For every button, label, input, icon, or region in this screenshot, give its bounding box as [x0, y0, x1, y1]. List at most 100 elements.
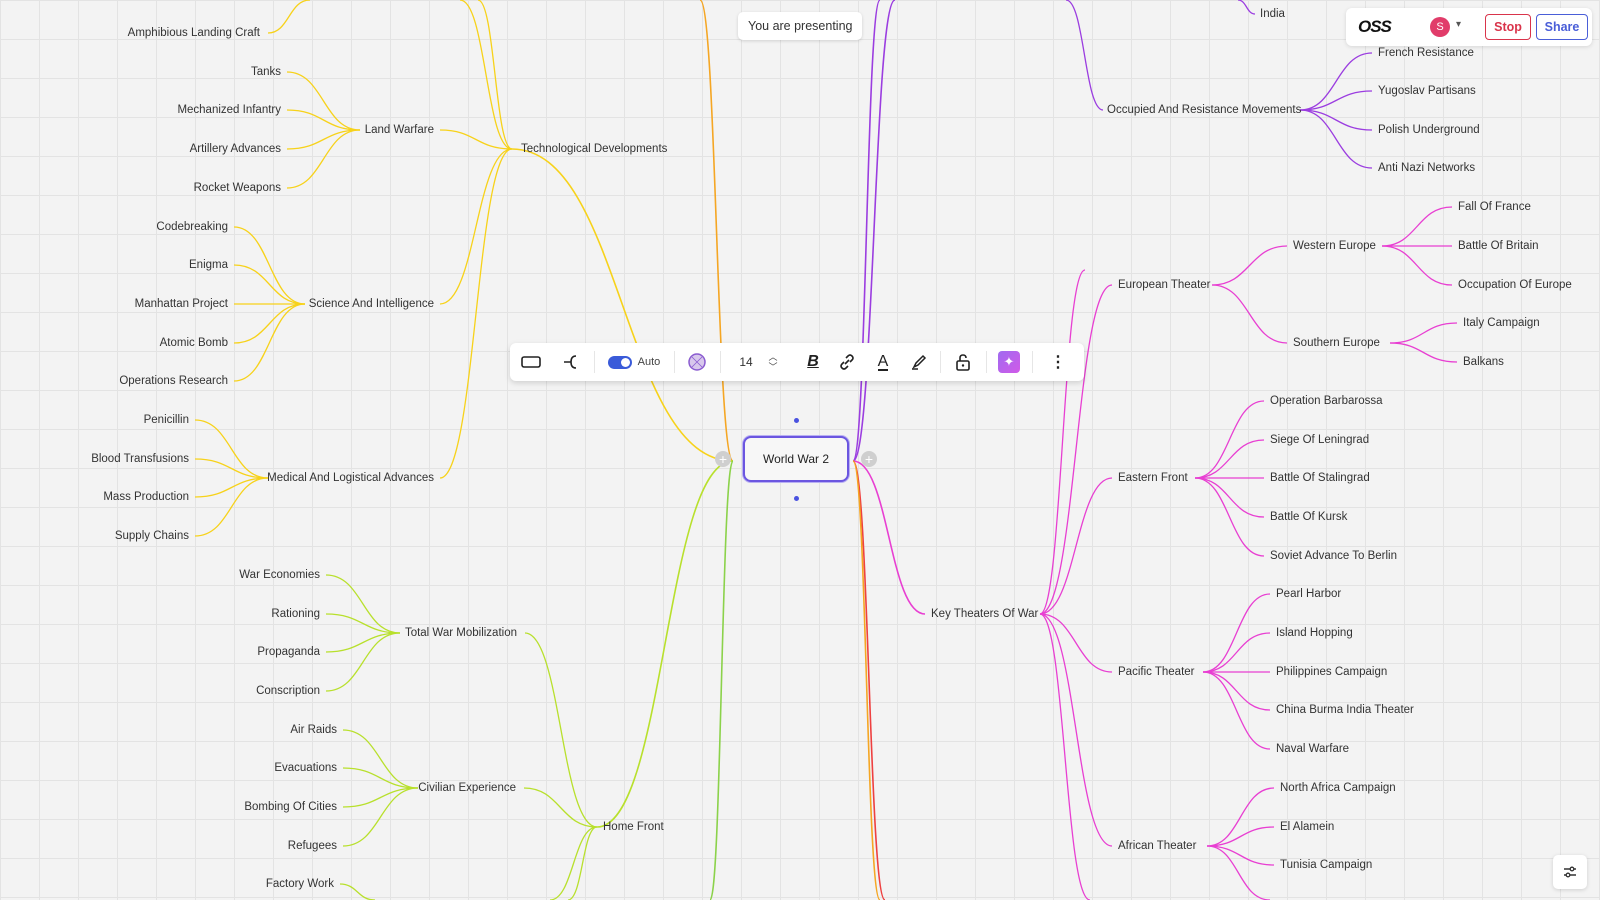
connector-line	[1299, 109, 1373, 169]
node-philippines-campaign[interactable]: Philippines Campaign	[1276, 665, 1387, 679]
chevron-up-icon[interactable]: ︿	[768, 352, 777, 362]
shape-icon[interactable]	[514, 343, 548, 381]
node-balkans[interactable]: Balkans	[1463, 355, 1504, 369]
node-battle-of-kursk[interactable]: Battle Of Kursk	[1270, 510, 1347, 524]
auto-toggle[interactable]: Auto	[602, 343, 666, 381]
node-supply-chains[interactable]: Supply Chains	[115, 529, 189, 543]
node-island-hopping[interactable]: Island Hopping	[1276, 626, 1353, 640]
font-size-stepper[interactable]: ︿ ﹀	[766, 343, 780, 381]
link-icon[interactable]	[832, 343, 862, 381]
node-yugoslav-partisans[interactable]: Yugoslav Partisans	[1378, 84, 1476, 98]
connector-line	[233, 303, 306, 344]
node-propaganda[interactable]: Propaganda	[257, 645, 320, 659]
connector-line	[567, 826, 598, 900]
share-button[interactable]: Share	[1536, 14, 1588, 40]
node-manhattan-project[interactable]: Manhattan Project	[135, 297, 228, 311]
lock-icon[interactable]	[946, 343, 980, 381]
node-battle-of-stalingrad[interactable]: Battle Of Stalingrad	[1270, 471, 1370, 485]
connector-line	[325, 632, 401, 653]
node-india[interactable]: India	[1260, 7, 1285, 21]
node-anti-nazi-networks[interactable]: Anti Nazi Networks	[1378, 161, 1475, 175]
connector-line	[1039, 613, 1091, 900]
node-civilian-experience[interactable]: Civilian Experience	[418, 781, 516, 795]
add-right-branch-icon[interactable]: +	[861, 451, 877, 467]
node-factory-work[interactable]: Factory Work	[266, 877, 334, 891]
node-soviet-advance[interactable]: Soviet Advance To Berlin	[1270, 549, 1397, 563]
node-battle-of-britain[interactable]: Battle Of Britain	[1458, 239, 1539, 253]
node-tanks[interactable]: Tanks	[251, 65, 281, 79]
font-size-value[interactable]: 14	[726, 343, 766, 381]
node-african-theater[interactable]: African Theater	[1118, 839, 1196, 853]
node-key-theaters[interactable]: Key Theaters Of War	[931, 607, 1038, 621]
connector-line	[342, 787, 419, 847]
node-north-africa[interactable]: North Africa Campaign	[1280, 781, 1396, 795]
node-polish-underground[interactable]: Polish Underground	[1378, 123, 1480, 137]
node-pacific-theater[interactable]: Pacific Theater	[1118, 665, 1195, 679]
node-southern-europe[interactable]: Southern Europe	[1293, 336, 1380, 350]
stop-button[interactable]: Stop	[1485, 14, 1531, 40]
node-bombing-of-cities[interactable]: Bombing Of Cities	[244, 800, 337, 814]
node-artillery-advances[interactable]: Artillery Advances	[190, 142, 281, 156]
node-codebreaking[interactable]: Codebreaking	[156, 220, 228, 234]
top-handle[interactable]	[794, 418, 799, 423]
node-atomic-bomb[interactable]: Atomic Bomb	[160, 336, 228, 350]
node-rocket-weapons[interactable]: Rocket Weapons	[194, 181, 281, 195]
connector-line	[286, 109, 361, 131]
text-color-icon[interactable]: A	[868, 343, 898, 381]
node-pearl-harbor[interactable]: Pearl Harbor	[1276, 587, 1341, 601]
node-siege-of-leningrad[interactable]: Siege Of Leningrad	[1270, 433, 1369, 447]
connector-line	[1039, 269, 1086, 615]
node-evacuations[interactable]: Evacuations	[274, 761, 337, 775]
avatar[interactable]: S	[1430, 17, 1450, 37]
ai-sparkle-icon[interactable]: ✦	[992, 343, 1026, 381]
node-technological-developments[interactable]: Technological Developments	[521, 142, 667, 156]
node-amphibious-landing-craft[interactable]: Amphibious Landing Craft	[128, 26, 260, 40]
connector-line	[286, 71, 361, 131]
chevron-down-icon[interactable]: ▾	[1456, 19, 1461, 30]
node-western-europe[interactable]: Western Europe	[1293, 239, 1376, 253]
chevron-down-icon[interactable]: ﹀	[768, 362, 777, 372]
node-land-warfare[interactable]: Land Warfare	[365, 123, 434, 137]
more-options-icon[interactable]: ⋮	[1038, 343, 1078, 381]
node-occupation-of-europe[interactable]: Occupation Of Europe	[1458, 278, 1572, 292]
branch-layout-icon[interactable]	[554, 343, 588, 381]
settings-sliders-icon[interactable]	[1553, 855, 1587, 889]
color-picker-icon[interactable]	[680, 343, 714, 381]
node-mass-production[interactable]: Mass Production	[103, 490, 189, 504]
node-enigma[interactable]: Enigma	[189, 258, 228, 272]
node-el-alamein[interactable]: El Alamein	[1280, 820, 1334, 834]
connector-line	[699, 0, 734, 462]
node-naval-warfare[interactable]: Naval Warfare	[1276, 742, 1349, 756]
node-eastern-front[interactable]: Eastern Front	[1118, 471, 1188, 485]
connector-line	[523, 787, 598, 828]
node-mechanized-infantry[interactable]: Mechanized Infantry	[177, 103, 281, 117]
connector-line	[477, 0, 513, 150]
node-tunisia-campaign[interactable]: Tunisia Campaign	[1280, 858, 1372, 872]
node-china-burma-india[interactable]: China Burma India Theater	[1276, 703, 1414, 717]
node-refugees[interactable]: Refugees	[288, 839, 337, 853]
node-science-and-intelligence[interactable]: Science And Intelligence	[309, 297, 434, 311]
node-blood-transfusions[interactable]: Blood Transfusions	[91, 452, 189, 466]
node-fall-of-france[interactable]: Fall Of France	[1458, 200, 1531, 214]
highlight-pen-icon[interactable]	[904, 343, 934, 381]
node-operations-research[interactable]: Operations Research	[119, 374, 228, 388]
add-left-branch-icon[interactable]: +	[715, 451, 731, 467]
node-medical-logistical[interactable]: Medical And Logistical Advances	[267, 471, 434, 485]
node-total-war-mobilization[interactable]: Total War Mobilization	[405, 626, 517, 640]
node-italy-campaign[interactable]: Italy Campaign	[1463, 316, 1540, 330]
connector-line	[233, 264, 306, 305]
node-operation-barbarossa[interactable]: Operation Barbarossa	[1270, 394, 1383, 408]
node-french-resistance[interactable]: French Resistance	[1378, 46, 1474, 60]
auto-toggle-label: Auto	[637, 356, 661, 368]
node-penicillin[interactable]: Penicillin	[144, 413, 189, 427]
node-conscription[interactable]: Conscription	[256, 684, 320, 698]
bold-icon[interactable]: B	[798, 343, 828, 381]
bottom-handle[interactable]	[794, 496, 799, 501]
node-european-theater[interactable]: European Theater	[1118, 278, 1211, 292]
central-node[interactable]: World War 2	[743, 436, 849, 482]
node-air-raids[interactable]: Air Raids	[290, 723, 337, 737]
node-occupied-resistance[interactable]: Occupied And Resistance Movements	[1107, 103, 1301, 117]
node-war-economies[interactable]: War Economies	[239, 568, 320, 582]
node-rationing[interactable]: Rationing	[271, 607, 320, 621]
node-home-front[interactable]: Home Front	[603, 820, 664, 834]
